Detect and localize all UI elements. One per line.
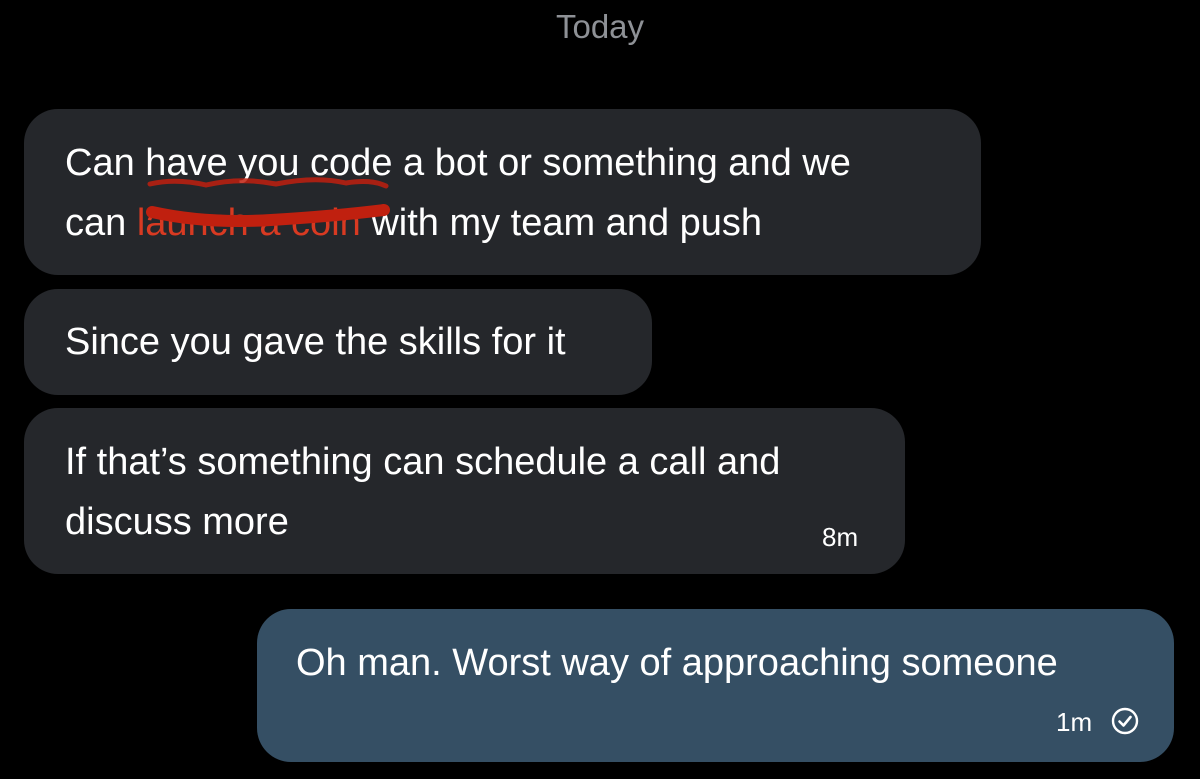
- date-divider: Today: [555, 8, 645, 45]
- message-text-line: Since you gave the skills for it: [65, 321, 566, 363]
- message-bubble-incoming[interactable]: Can have you code a bot or something and…: [24, 109, 981, 275]
- message-bubble-incoming[interactable]: If that’s something can schedule a call …: [24, 408, 905, 574]
- message-timestamp: 1m: [1056, 707, 1093, 737]
- message-text-line: can launch a coin with my team and push: [65, 193, 762, 253]
- message-bubble-incoming[interactable]: Since you gave the skills for it: [24, 289, 652, 395]
- message-bubble-outgoing[interactable]: Oh man. Worst way of approaching someone…: [257, 609, 1174, 762]
- message-text-line: Oh man. Worst way of approaching someone: [296, 642, 1058, 684]
- read-check-icon: [1111, 707, 1139, 735]
- highlighted-text: launch a coin: [136, 202, 361, 244]
- message-text-line: Can have you code a bot or something and…: [65, 142, 851, 184]
- message-text-line: If that’s something can schedule a call …: [65, 441, 781, 483]
- message-text-segment: with my team and push: [360, 202, 763, 244]
- message-text-segment: can: [65, 202, 137, 244]
- message-text-line: discuss more: [65, 501, 289, 543]
- message-timestamp: 8m: [822, 522, 859, 552]
